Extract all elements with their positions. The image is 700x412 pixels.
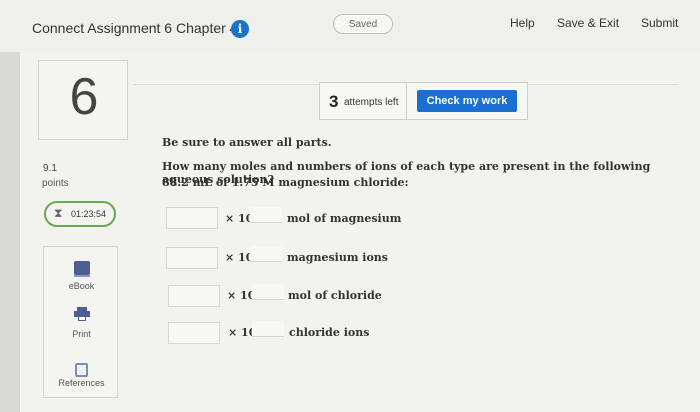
unit-label: mol of magnesium (287, 212, 402, 225)
ebook-label[interactable]: eBook (44, 281, 119, 291)
attempts-label: attempts left (344, 97, 399, 108)
check-my-work-button[interactable]: Check my work (417, 90, 517, 112)
answer-input-chloride-ions[interactable] (168, 322, 220, 344)
exponent-input-moles-magnesium[interactable] (250, 207, 282, 223)
answer-input-magnesium-ions[interactable] (166, 247, 218, 269)
points-label: points (42, 178, 69, 189)
unit-label: chloride ions (289, 326, 370, 339)
question-number: 6 (69, 68, 99, 126)
printer-icon[interactable] (74, 307, 90, 321)
assignment-title: Connect Assignment 6 Chapter 4 (32, 20, 238, 36)
check-area: Check my work (406, 82, 528, 120)
question-number-box: 6 (38, 60, 128, 140)
answer-input-moles-magnesium[interactable] (166, 207, 218, 229)
question-prompt-line2: 88.2 mL of 1.75 M magnesium chloride: (162, 176, 409, 189)
hourglass-icon: ⧗ (54, 206, 63, 220)
print-label[interactable]: Print (44, 329, 119, 339)
points-value: 9.1 (43, 163, 57, 174)
saved-status: Saved (333, 14, 393, 34)
instruction-text: Be sure to answer all parts. (162, 136, 332, 149)
help-link[interactable]: Help (510, 16, 535, 30)
unit-label: mol of chloride (288, 289, 382, 302)
submit-button[interactable]: Submit (641, 16, 678, 30)
references-icon[interactable] (75, 363, 88, 377)
attempts-count: 3 (329, 92, 339, 111)
references-label[interactable]: References (44, 378, 119, 388)
exponent-input-magnesium-ions[interactable] (250, 246, 282, 262)
info-icon[interactable]: i (231, 20, 249, 38)
answer-input-moles-chloride[interactable] (168, 285, 220, 307)
unit-label: magnesium ions (287, 251, 388, 264)
ebook-icon[interactable] (74, 261, 90, 277)
attempts-box: 3 attempts left (319, 82, 407, 120)
exponent-input-moles-chloride[interactable] (252, 284, 284, 300)
save-exit-button[interactable]: Save & Exit (557, 16, 619, 30)
timer[interactable]: ⧗ 01:23:54 (44, 201, 116, 227)
timer-text: 01:23:54 (71, 209, 107, 219)
tools-column: eBook Print References (43, 246, 118, 398)
exponent-input-chloride-ions[interactable] (252, 321, 284, 337)
top-bar: Connect Assignment 6 Chapter 4 i Saved H… (0, 0, 700, 52)
